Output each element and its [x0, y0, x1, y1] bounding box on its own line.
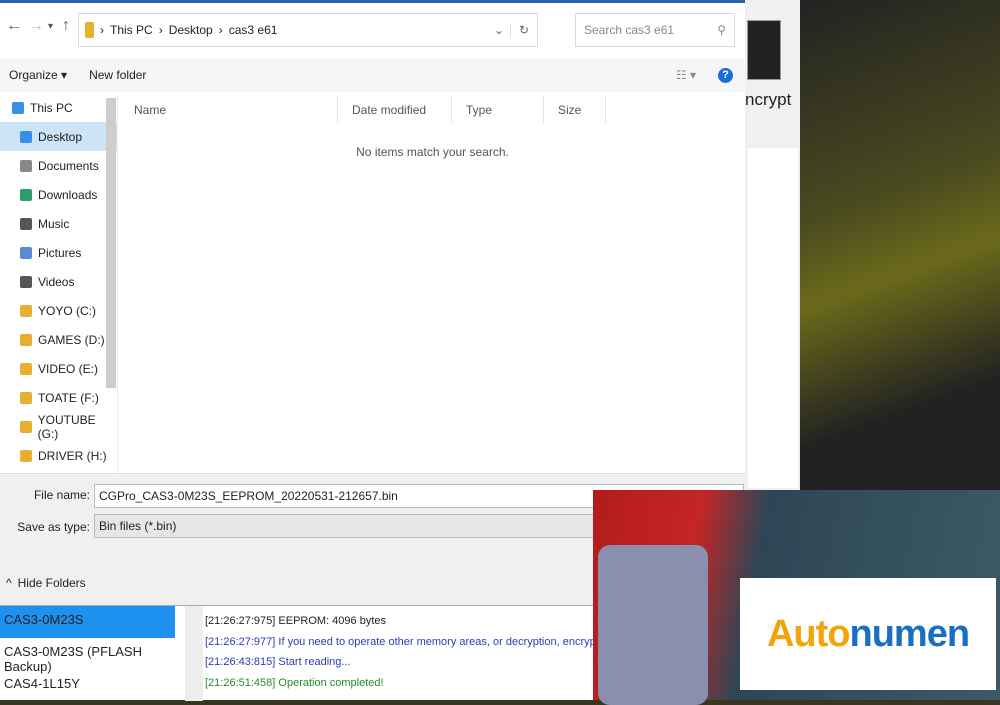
breadcrumb-item[interactable]: This PC [110, 23, 153, 37]
file-name-label: File name: [33, 488, 90, 502]
folder-icon [12, 101, 24, 114]
search-icon: ⚲ [717, 23, 726, 37]
column-size[interactable]: Size [544, 95, 606, 123]
folder-icon [20, 275, 32, 288]
sidebar-item-label: VIDEO (E:) [38, 361, 99, 376]
log-line: [21:26:43:815] Start reading... [205, 656, 351, 668]
toolbar: Organize ▾ New folder ☷ ▾ ? [0, 58, 745, 92]
address-bar[interactable]: › This PC › Desktop › cas3 e61 ⌄ ↻ [78, 13, 538, 47]
folder-icon [20, 130, 32, 143]
folder-icon [20, 420, 32, 433]
sidebar-item-label: Pictures [38, 245, 82, 260]
sidebar-item[interactable]: Downloads [0, 180, 117, 209]
log-gutter [185, 606, 203, 701]
sidebar-item-label: YOYO (C:) [38, 303, 97, 318]
sidebar-item-label: Music [38, 216, 70, 231]
folder-icon [20, 449, 32, 462]
forward-icon[interactable]: → [28, 17, 44, 35]
column-date-modified[interactable]: Date modified [338, 95, 452, 123]
column-headers: Name Date modified Type Size [120, 95, 745, 123]
folder-icon [20, 188, 32, 201]
folder-icon [20, 246, 32, 259]
chevron-icon: › [218, 23, 223, 37]
save-type-label: Save as type: [17, 520, 90, 534]
chevron-icon: › [100, 23, 104, 37]
folder-icon [20, 362, 32, 375]
list-item[interactable]: CAS4-1L15Y [0, 670, 175, 702]
navigation-pane: This PC Desktop Documents Downloads Music Pic… [0, 93, 118, 473]
sidebar-item-label: Documents [38, 158, 99, 173]
column-name[interactable]: Name [120, 95, 338, 123]
sidebar-item[interactable]: Desktop [0, 122, 117, 151]
sidebar-item-label: Downloads [38, 187, 98, 202]
encrypt-label: ncrypt [745, 90, 792, 109]
folder-icon [20, 159, 32, 172]
list-item[interactable]: CAS3-0M23S [0, 606, 175, 638]
autonumen-logo: Auto numen [740, 578, 996, 690]
back-icon[interactable]: ← [6, 17, 22, 35]
sidebar-item[interactable]: Videos [0, 267, 117, 296]
new-folder-button[interactable]: New folder [89, 68, 146, 82]
sidebar-item[interactable]: Documents [0, 151, 117, 180]
organize-button[interactable]: Organize ▾ [9, 68, 67, 82]
sidebar-item-label: Desktop [38, 129, 83, 144]
chevron-down-icon[interactable]: ⌄ [494, 23, 504, 37]
sidebar-item[interactable]: Music [0, 209, 117, 238]
sidebar-item-label: This PC [30, 100, 73, 115]
list-item[interactable]: CAS3-0M23S (PFLASH Backup) [0, 638, 175, 674]
sidebar-item-label: DRIVER (H:) [38, 448, 107, 463]
log-line: [21:26:51:458] Operation completed! [205, 676, 384, 689]
view-options-icon[interactable]: ☷ ▾ [676, 68, 696, 82]
sidebar-item-label: YOUTUBE (G:) [37, 412, 96, 441]
folder-icon [20, 333, 32, 346]
sidebar-item[interactable]: TOATE (F:) [0, 383, 117, 412]
folder-icon [20, 304, 32, 317]
sidebar-item[interactable]: This PC [0, 93, 117, 122]
sidebar-item-label: TOATE (F:) [38, 390, 99, 405]
search-input[interactable]: Search cas3 e61 ⚲ [575, 13, 735, 47]
sidebar-item[interactable]: GAMES (D:) [0, 325, 117, 354]
device-image [598, 545, 708, 705]
breadcrumb-item[interactable]: Desktop [169, 23, 213, 37]
recent-dropdown-icon[interactable]: ▾ [48, 21, 53, 32]
breadcrumb-item[interactable]: cas3 e61 [229, 23, 278, 37]
up-icon[interactable]: ↑ [62, 17, 70, 35]
sidebar-item-label: GAMES (D:) [38, 332, 105, 347]
sidebar-item-label: Videos [38, 274, 75, 289]
app-right-panel: ncrypt [745, 0, 800, 490]
sidebar-item[interactable]: VIDEO (E:) [0, 354, 117, 383]
sidebar-item[interactable]: Pictures [0, 238, 117, 267]
chevron-up-icon: ^ [6, 576, 12, 590]
log-line: [21:26:27:975] EEPROM: 4096 bytes [205, 615, 387, 627]
app-list-panel [748, 148, 798, 488]
hide-folders-label: Hide Folders [17, 576, 86, 590]
sidebar-item[interactable]: YOYO (C:) [0, 296, 117, 325]
sidebar-item[interactable]: YOUTUBE (G:) [0, 412, 117, 441]
video-background [800, 0, 1000, 490]
lock-icon[interactable] [747, 20, 781, 80]
search-placeholder: Search cas3 e61 [584, 23, 675, 37]
refresh-icon[interactable]: ↻ [509, 23, 537, 37]
folder-icon [85, 22, 94, 38]
app-main-window: CAS3-0M23S CAS3-0M23S (PFLASH Backup) CA… [0, 605, 600, 702]
folder-icon [20, 391, 32, 404]
sidebar-item[interactable]: DRIVER (H:) [0, 441, 117, 470]
sidebar-scrollbar[interactable] [106, 98, 116, 388]
hide-folders-button[interactable]: ^ Hide Folders [6, 576, 86, 590]
column-type[interactable]: Type [452, 95, 544, 123]
log-output: [21:26:27:975] EEPROM: 4096 bytes [21:26:… [205, 612, 600, 694]
folder-icon [20, 217, 32, 230]
log-line: [21:26:27:977] If you need to operate ot… [205, 635, 600, 648]
ecu-list: CAS3-0M23S CAS3-0M23S (PFLASH Backup) CA… [0, 606, 175, 702]
empty-message: No items match your search. [356, 145, 509, 159]
help-icon[interactable]: ? [718, 67, 733, 83]
chevron-icon: › [158, 23, 163, 37]
